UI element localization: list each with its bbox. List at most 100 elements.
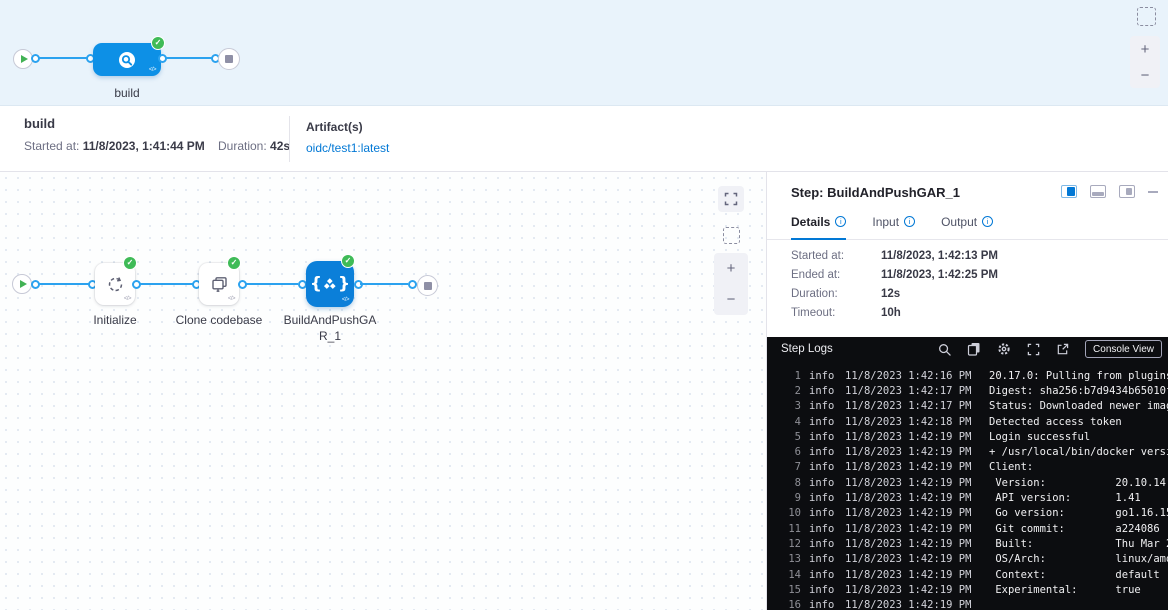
detail-label: Timeout: [791,307,881,319]
log-timestamp: 11/8/2023 1:42:19 PM [845,446,975,458]
panel-layout-toggles [1061,185,1158,198]
info-icon[interactable] [835,216,846,227]
log-message: OS/Arch: linux/amd64 [989,553,1168,565]
edge [38,283,90,285]
log-line-number: 16 [787,599,801,610]
log-level: info [809,446,837,458]
log-timestamp: 11/8/2023 1:42:19 PM [845,507,975,519]
log-line: 1 info 11/8/2023 1:42:16 PM 20.17.0: Pul… [767,368,1168,383]
search-icon [938,343,951,356]
log-timestamp: 11/8/2023 1:42:19 PM [845,523,975,535]
search-button[interactable] [938,343,951,356]
log-line-number: 9 [787,492,801,504]
log-level: info [809,553,837,565]
step-label: Clone codebase [144,312,294,328]
pipeline-start-node[interactable] [13,49,33,69]
selection-button[interactable] [718,222,744,248]
copy-button[interactable] [967,342,981,356]
selection-icon[interactable] [1137,7,1156,26]
log-message: Context: default [989,569,1160,581]
clone-icon [210,275,229,294]
log-line: 5 info 11/8/2023 1:42:19 PM Login succes… [767,429,1168,444]
info-icon[interactable] [982,216,993,227]
open-in-new-icon [1056,343,1069,356]
tab-output[interactable]: Output [941,212,993,239]
refresh-icon [106,275,125,294]
tab-label: Details [791,215,830,229]
log-timestamp: 11/8/2023 1:42:19 PM [845,569,975,581]
zoom-in-button[interactable]: + [714,253,748,284]
step-details-panel: Step: BuildAndPushGAR_1 Details Input Ou… [766,172,1168,610]
artifact-link[interactable]: oidc/test1:latest [306,141,389,155]
log-line: 10 info 11/8/2023 1:42:19 PM Go version:… [767,506,1168,521]
fit-view-button[interactable] [718,186,744,212]
build-info-bar: build Started at: 11/8/2023, 1:41:44 PM … [0,106,1168,172]
log-message: + /usr/local/bin/docker version [989,446,1168,458]
settings-button[interactable] [997,342,1011,356]
zoom-out-button[interactable]: − [1130,62,1160,88]
log-level: info [809,599,837,610]
graph-start-node[interactable] [12,274,32,294]
gear-icon [997,342,1011,356]
open-in-new-button[interactable] [1056,343,1069,356]
log-line-number: 12 [787,538,801,550]
log-line-number: 1 [787,370,801,382]
duration: Duration: 42s [218,139,290,153]
log-level: info [809,523,837,535]
log-line: 16 info 11/8/2023 1:42:19 PM [767,597,1168,610]
log-timestamp: 11/8/2023 1:42:16 PM [845,370,975,382]
detail-row: Duration: 12s [791,288,998,300]
panel-title: Step: BuildAndPushGAR_1 [791,185,960,200]
stage-node-build[interactable]: </> [93,43,161,76]
log-level: info [809,538,837,550]
log-lines[interactable]: 1 info 11/8/2023 1:42:16 PM 20.17.0: Pul… [767,361,1168,610]
log-timestamp: 11/8/2023 1:42:17 PM [845,400,975,412]
log-message: Experimental: true [989,584,1141,596]
detail-value: 10h [881,307,901,319]
log-line-number: 11 [787,523,801,535]
check-icon [123,256,137,270]
bottom-view-icon[interactable] [1090,185,1106,198]
log-line: 2 info 11/8/2023 1:42:17 PM Digest: sha2… [767,383,1168,398]
pipeline-end-node[interactable] [218,48,240,70]
right-view-icon[interactable] [1119,185,1135,198]
log-line-number: 8 [787,477,801,489]
selection-icon [723,227,740,244]
detail-label: Ended at: [791,269,881,281]
graph-end-node[interactable] [417,275,438,296]
step-logs-title: Step Logs [781,343,833,355]
check-icon [151,36,165,50]
log-message: 20.17.0: Pulling from plugins/gar [989,370,1168,382]
tab-input[interactable]: Input [872,212,915,239]
artifacts-label: Artifact(s) [306,120,363,134]
check-icon [341,254,355,268]
zoom-out-button[interactable]: − [714,284,748,315]
panel-tabs: Details Input Output [767,212,1168,240]
log-line-number: 2 [787,385,801,397]
started-at-label: Started at: [24,139,79,153]
step-logs-section: Step Logs [767,337,1168,610]
stop-icon [225,55,233,63]
execution-canvas[interactable]: </> </> </> [0,172,766,610]
zoom-in-button[interactable]: + [1130,36,1160,62]
info-icon[interactable] [904,216,915,227]
duration-value: 42s [270,139,290,153]
console-view-button[interactable]: Console View [1085,340,1162,358]
play-icon [21,55,28,63]
started-at-value: 11/8/2023, 1:41:44 PM [83,139,205,153]
tab-details[interactable]: Details [791,212,846,239]
edge [245,283,298,285]
log-line: 4 info 11/8/2023 1:42:18 PM Detected acc… [767,414,1168,429]
log-message: Login successful [989,431,1090,443]
expand-icon [1027,343,1040,356]
detail-row: Started at: 11/8/2023, 1:42:13 PM [791,250,998,262]
log-level: info [809,492,837,504]
expand-logs-button[interactable] [1027,343,1040,356]
tab-label: Input [872,215,899,229]
edge [166,57,214,59]
split-view-icon[interactable] [1061,185,1077,198]
check-icon [227,256,241,270]
code-badge: </> [342,297,349,303]
minimize-icon[interactable] [1148,191,1158,193]
log-level: info [809,507,837,519]
